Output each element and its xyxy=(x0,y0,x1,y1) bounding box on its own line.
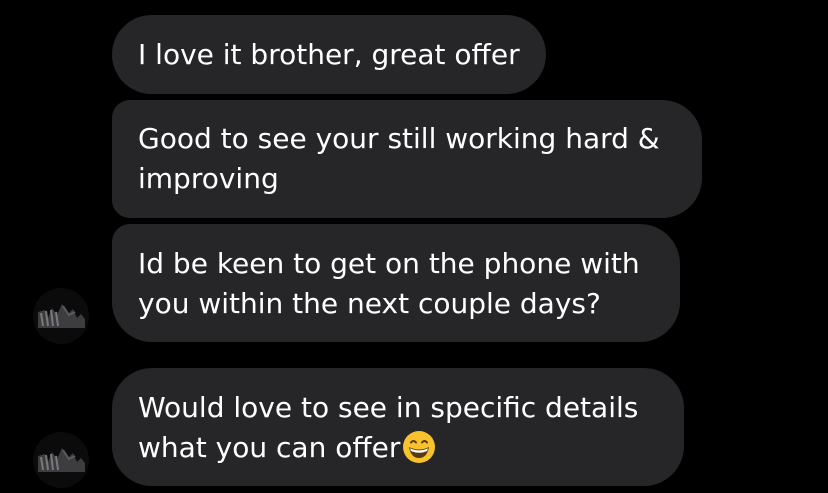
profile-avatar-icon xyxy=(33,432,89,488)
message-text: Good to see your still working hard & xyxy=(138,122,660,155)
message-text: Would love to see in specific details xyxy=(138,391,639,424)
sender-avatar[interactable] xyxy=(33,432,89,488)
chat-thread: I love it brother, great offer Good to s… xyxy=(0,0,828,493)
message-bubble[interactable]: Id be keen to get on the phone with you … xyxy=(112,224,680,342)
message-bubble[interactable]: Good to see your still working hard & im… xyxy=(112,100,702,218)
grinning-face-icon xyxy=(402,430,436,464)
message-text: improving xyxy=(138,162,279,195)
message-text: you within the next couple days? xyxy=(138,287,601,320)
message-text-with-emoji: what you can offer xyxy=(138,428,658,468)
message-bubble[interactable]: Would love to see in specific details wh… xyxy=(112,368,684,486)
message-bubble[interactable]: I love it brother, great offer xyxy=(112,15,546,94)
message-text: I love it brother, great offer xyxy=(138,38,520,71)
message-text: Id be keen to get on the phone with xyxy=(138,247,640,280)
sender-avatar[interactable] xyxy=(33,288,89,344)
message-text: what you can offer xyxy=(138,431,401,464)
profile-avatar-icon xyxy=(33,288,89,344)
